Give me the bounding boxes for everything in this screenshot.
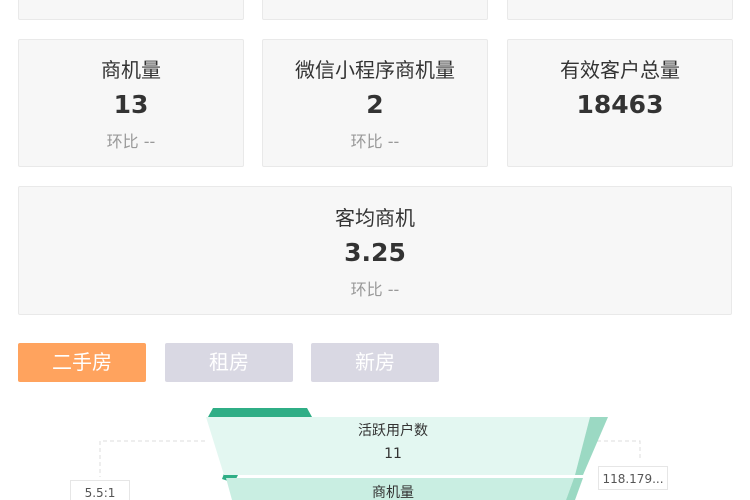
metric-label: 微信小程序商机量 [295,58,455,82]
metric-ratio: 环比 -- [106,132,156,151]
metric-card-leads: 商机量 13 环比 -- [18,39,244,167]
funnel-stage-label: 商机量 [372,485,414,500]
conversion-funnel: 活跃用户数 11 商机量 5.5:1 118.179... [0,395,750,500]
metric-label: 客均商机 [335,206,415,230]
tab-new-home[interactable]: 新房 [311,343,439,382]
tab-rental[interactable]: 租房 [165,343,293,382]
metric-label: 商机量 [101,58,161,82]
funnel-stage-label: 活跃用户数 [358,423,428,439]
funnel-connector-right [590,440,641,461]
metric-ratio: 环比 -- [350,280,400,299]
metric-card-top-2 [262,0,488,20]
metric-value: 18463 [576,90,664,119]
metric-value: 13 [113,90,149,119]
funnel-ratio-left: 5.5:1 [70,480,130,500]
metric-value: 2 [366,90,384,119]
metric-card-leads-per-customer: 客均商机 3.25 环比 -- [18,186,732,315]
funnel-top-cap [208,408,312,417]
funnel-connector-left [99,440,205,477]
metric-card-miniprogram-leads: 微信小程序商机量 2 环比 -- [262,39,488,167]
tab-second-hand[interactable]: 二手房 [18,343,146,382]
metric-card-top-3 [507,0,733,20]
metric-label: 有效客户总量 [560,58,680,82]
metric-ratio: 环比 -- [350,132,400,151]
funnel-ratio-right: 118.179... [598,466,668,490]
metric-card-valid-customers: 有效客户总量 18463 [507,39,733,167]
funnel-stage-value: 11 [384,446,402,462]
metric-value: 3.25 [344,238,406,267]
metric-card-top-1 [18,0,244,20]
